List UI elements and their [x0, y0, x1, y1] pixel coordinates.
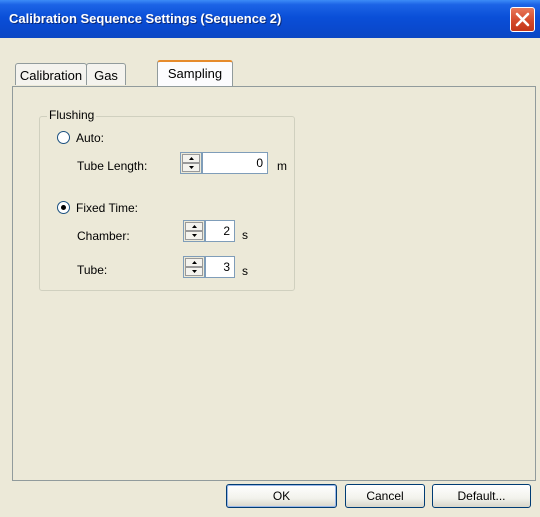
tube-input[interactable]: 3 [205, 256, 235, 278]
chamber-spin-up[interactable] [185, 222, 203, 231]
tube-spin-down[interactable] [185, 267, 203, 276]
tube-spin-up[interactable] [185, 258, 203, 267]
spin-up-icon [192, 261, 197, 264]
close-button[interactable] [510, 7, 535, 32]
tab-sampling[interactable]: Sampling [157, 60, 233, 86]
tab-calibration[interactable]: Calibration [15, 63, 87, 85]
auto-radio[interactable] [57, 131, 70, 144]
window-title: Calibration Sequence Settings (Sequence … [9, 11, 282, 26]
tube-length-input[interactable]: 0 [202, 152, 268, 174]
spin-up-icon [192, 225, 197, 228]
close-icon [515, 12, 530, 27]
auto-label: Auto: [76, 131, 105, 145]
dialog-window: Calibration Sequence Settings (Sequence … [0, 0, 540, 517]
tube-spinner[interactable] [183, 256, 205, 278]
tube-length-spin-up[interactable] [182, 154, 200, 163]
tube-length-unit: m [277, 159, 287, 173]
spin-up-icon [189, 157, 194, 160]
spin-down-icon [192, 234, 197, 237]
chamber-spinner[interactable] [183, 220, 205, 242]
tube-length-spin-down[interactable] [182, 163, 200, 172]
flushing-group-label: Flushing [47, 108, 97, 122]
tab-gas[interactable]: Gas [86, 63, 126, 85]
chamber-spin-down[interactable] [185, 231, 203, 240]
fixed-time-radio[interactable] [57, 201, 70, 214]
ok-button[interactable]: OK [226, 484, 337, 508]
chamber-label: Chamber: [77, 229, 130, 243]
tube-length-label: Tube Length: [77, 159, 148, 173]
tube-unit: s [242, 264, 248, 278]
title-bar[interactable]: Calibration Sequence Settings (Sequence … [0, 0, 540, 38]
chamber-input[interactable]: 2 [205, 220, 235, 242]
cancel-button[interactable]: Cancel [345, 484, 425, 508]
fixed-time-label: Fixed Time: [76, 201, 139, 215]
default-button[interactable]: Default... [432, 484, 531, 508]
spin-down-icon [189, 166, 194, 169]
chamber-unit: s [242, 228, 248, 242]
spin-down-icon [192, 270, 197, 273]
tube-label: Tube: [77, 263, 108, 277]
tube-length-spinner[interactable] [180, 152, 202, 174]
